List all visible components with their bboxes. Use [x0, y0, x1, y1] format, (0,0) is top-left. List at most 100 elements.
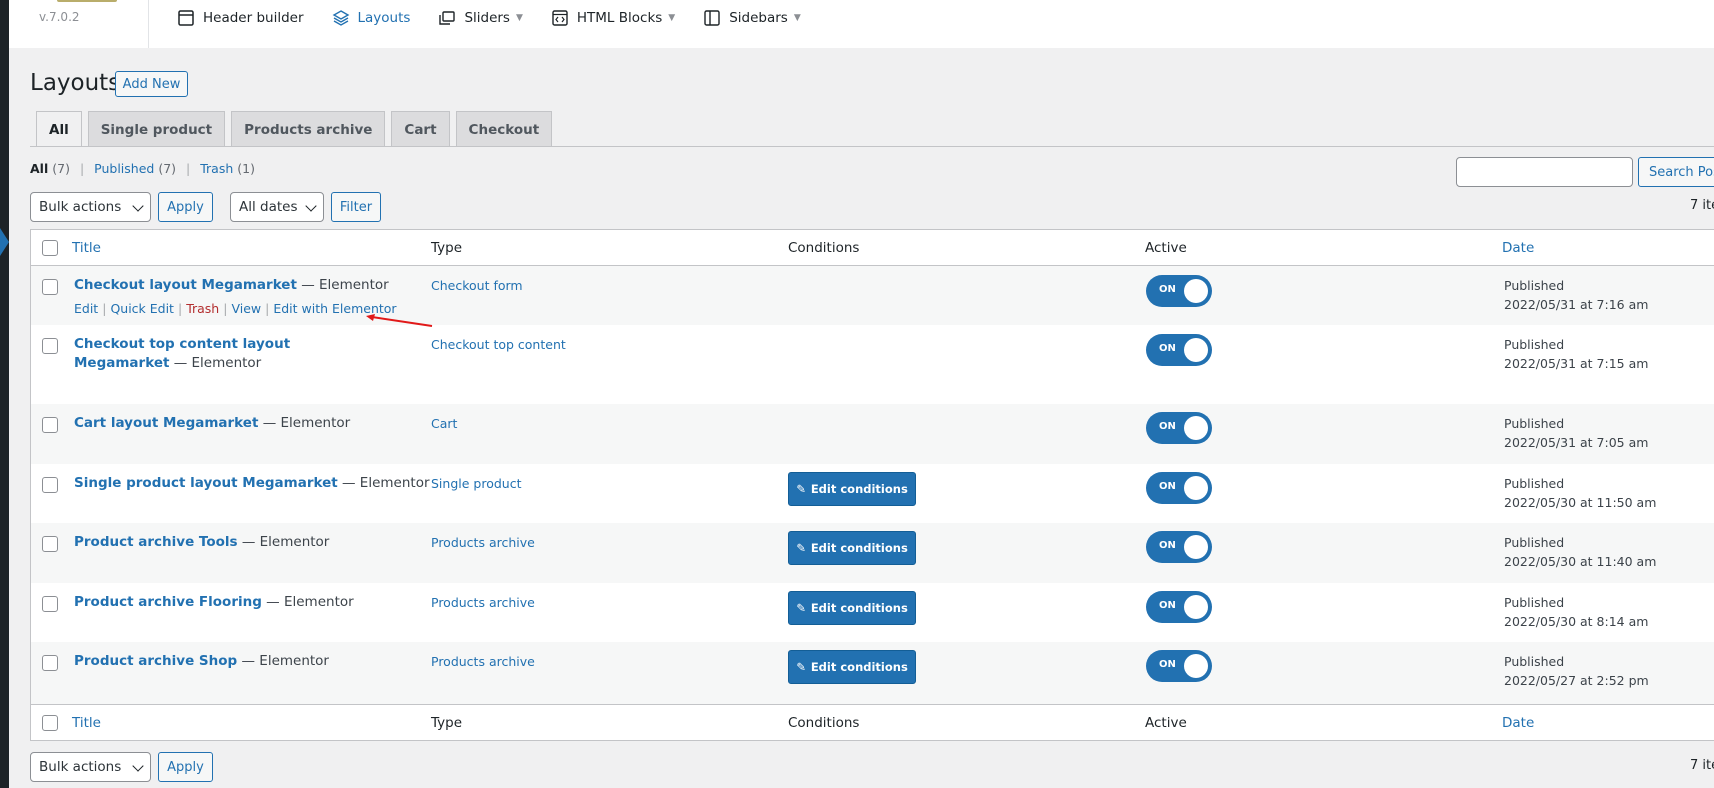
row-checkbox[interactable] — [42, 477, 58, 493]
row-date: Published 2022/05/31 at 7:05 am — [1504, 414, 1648, 452]
row-checkbox[interactable] — [42, 338, 58, 354]
row-type[interactable]: Single product — [431, 476, 521, 491]
row-title-link[interactable]: Product archive Shop — [74, 653, 237, 669]
nav-sliders[interactable]: Sliders ▼ — [438, 9, 523, 27]
row-title: Checkout top content layout Megamarket —… — [74, 335, 364, 373]
view-published-count: (7) — [158, 161, 177, 176]
row-title: Product archive Shop — Elementor — [74, 652, 414, 671]
apply-button[interactable]: Apply — [158, 192, 213, 222]
active-toggle[interactable]: ON — [1146, 650, 1212, 682]
status-views: All (7) | Published (7) | Trash (1) — [30, 161, 255, 176]
nav-sidebars[interactable]: Sidebars ▼ — [703, 9, 801, 27]
row-title: Cart layout Megamarket — Elementor — [74, 414, 414, 433]
tab-single-product[interactable]: Single product — [87, 111, 226, 147]
column-title[interactable]: Title — [72, 715, 101, 731]
nav-header-builder[interactable]: Header builder — [177, 9, 304, 27]
annotation-arrow — [366, 314, 433, 327]
view-trash-count: (1) — [237, 161, 255, 176]
row-title-suffix: — Elementor — [296, 277, 389, 293]
toggle-label: ON — [1159, 600, 1176, 611]
edit-conditions-label: Edit conditions — [810, 660, 908, 674]
chevron-down-icon — [305, 200, 317, 212]
nav-html-blocks[interactable]: HTML Blocks ▼ — [551, 9, 675, 27]
active-toggle[interactable]: ON — [1146, 472, 1212, 504]
row-action-trash[interactable]: Trash — [186, 301, 219, 316]
select-all-checkbox[interactable] — [42, 715, 58, 731]
row-action-view[interactable]: View — [231, 301, 261, 316]
edit-conditions-button[interactable]: ✎ Edit conditions — [788, 531, 916, 565]
row-title-link[interactable]: Single product layout Megamarket — [74, 475, 338, 491]
row-type[interactable]: Cart — [431, 416, 457, 431]
column-type: Type — [431, 240, 463, 256]
html-blocks-icon — [552, 10, 568, 26]
pencil-icon: ✎ — [796, 601, 806, 615]
row-title: Checkout layout Megamarket — Elementor — [74, 276, 414, 295]
sidebars-icon — [704, 10, 720, 26]
tab-products-archive[interactable]: Products archive — [231, 111, 386, 147]
row-checkbox[interactable] — [42, 417, 58, 433]
active-toggle[interactable]: ON — [1146, 531, 1212, 563]
row-checkbox[interactable] — [42, 279, 58, 295]
row-title-link[interactable]: Cart layout Megamarket — [74, 415, 258, 431]
tab-cart[interactable]: Cart — [391, 111, 450, 147]
toggle-knob — [1184, 654, 1208, 678]
active-toggle[interactable]: ON — [1146, 334, 1212, 366]
toggle-knob — [1184, 595, 1208, 619]
row-type[interactable]: Checkout top content — [431, 337, 566, 352]
row-type[interactable]: Products archive — [431, 595, 535, 610]
row-type[interactable]: Products archive — [431, 535, 535, 550]
row-date: Published 2022/05/27 at 2:52 pm — [1504, 652, 1649, 690]
tab-checkout[interactable]: Checkout — [455, 111, 553, 147]
row-type[interactable]: Products archive — [431, 654, 535, 669]
tab-all[interactable]: All — [36, 111, 82, 147]
add-new-button[interactable]: Add New — [115, 71, 188, 97]
view-all[interactable]: All — [30, 161, 48, 176]
view-published[interactable]: Published — [94, 161, 154, 176]
row-action-quick-edit[interactable]: Quick Edit — [110, 301, 174, 316]
edit-conditions-button[interactable]: ✎ Edit conditions — [788, 591, 916, 625]
table-header: Title Type Conditions Active Date — [31, 230, 1714, 266]
nav-layouts[interactable]: Layouts — [332, 9, 410, 27]
date-filter-value: All dates — [239, 199, 298, 215]
active-toggle[interactable]: ON — [1146, 412, 1212, 444]
column-conditions: Conditions — [788, 715, 860, 731]
row-date: Published 2022/05/31 at 7:16 am — [1504, 276, 1648, 314]
active-toggle[interactable]: ON — [1146, 591, 1212, 623]
column-date[interactable]: Date — [1502, 715, 1534, 731]
row-title-link[interactable]: Product archive Flooring — [74, 594, 262, 610]
row-date-value: 2022/05/31 at 7:05 am — [1504, 435, 1649, 450]
row-title-suffix: — Elementor — [258, 415, 351, 431]
toggle-label: ON — [1159, 540, 1176, 551]
row-title: Product archive Tools — Elementor — [74, 533, 414, 552]
bulk-actions-select-bottom[interactable]: Bulk actions — [30, 752, 151, 782]
search-posts-button[interactable]: Search Posts — [1638, 157, 1714, 187]
date-filter-select[interactable]: All dates — [230, 192, 324, 222]
pencil-icon: ✎ — [796, 482, 806, 496]
table-row: Checkout layout Megamarket — Elementor E… — [31, 266, 1714, 325]
layout-type-tabs: All Single product Products archive Cart… — [36, 111, 553, 147]
edit-conditions-button[interactable]: ✎ Edit conditions — [788, 472, 916, 506]
row-checkbox[interactable] — [42, 536, 58, 552]
search-input[interactable] — [1456, 157, 1633, 187]
row-actions: Edit | Quick Edit | Trash | View | Edit with Ele… — [74, 301, 397, 316]
active-toggle[interactable]: ON — [1146, 275, 1212, 307]
select-all-checkbox[interactable] — [42, 240, 58, 256]
filter-button[interactable]: Filter — [331, 192, 381, 222]
row-date-value: 2022/05/30 at 11:50 am — [1504, 495, 1657, 510]
row-title-link[interactable]: Product archive Tools — [74, 534, 238, 550]
column-date[interactable]: Date — [1502, 240, 1534, 256]
bulk-actions-select[interactable]: Bulk actions — [30, 192, 151, 222]
row-type[interactable]: Checkout form — [431, 278, 523, 293]
view-trash[interactable]: Trash — [200, 161, 233, 176]
edit-conditions-button[interactable]: ✎ Edit conditions — [788, 650, 916, 684]
chevron-down-icon — [132, 200, 144, 212]
row-title-link[interactable]: Checkout layout Megamarket — [74, 277, 297, 293]
bulk-actions-value: Bulk actions — [39, 199, 122, 215]
row-checkbox[interactable] — [42, 596, 58, 612]
column-title[interactable]: Title — [72, 240, 101, 256]
column-conditions: Conditions — [788, 240, 860, 256]
apply-button-bottom[interactable]: Apply — [158, 752, 213, 782]
row-checkbox[interactable] — [42, 655, 58, 671]
toggle-knob — [1184, 338, 1208, 362]
row-action-edit[interactable]: Edit — [74, 301, 98, 316]
